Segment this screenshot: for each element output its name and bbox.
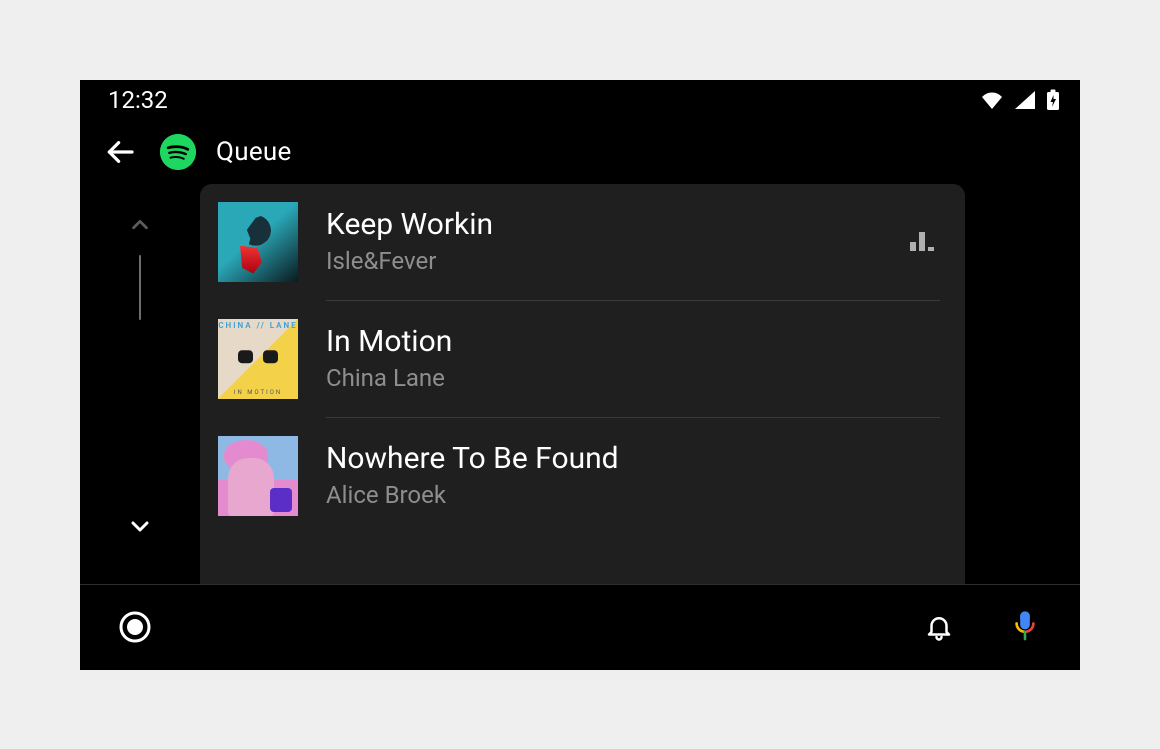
queue-card: Keep Workin Isle&Fever CHINA // LANE IN … [200, 184, 965, 584]
scroll-column [80, 184, 200, 584]
device-screen: 12:32 Queue [80, 80, 1080, 670]
nav-bar [80, 584, 1080, 670]
clock: 12:32 [108, 86, 168, 114]
spotify-icon [160, 134, 196, 170]
album-art [218, 202, 298, 282]
scroll-indicator [139, 255, 141, 320]
main-area: Keep Workin Isle&Fever CHINA // LANE IN … [80, 184, 1080, 584]
queue-row[interactable]: Keep Workin Isle&Fever [200, 184, 965, 300]
queue-row[interactable]: CHINA // LANE IN MOTION In Motion China … [200, 301, 965, 417]
status-bar: 12:32 [80, 80, 1080, 120]
track-title: In Motion [326, 325, 940, 360]
track-title: Keep Workin [326, 208, 882, 243]
voice-assistant-button[interactable] [1000, 602, 1050, 652]
track-artist: Alice Broek [326, 481, 940, 509]
now-playing-icon [910, 232, 940, 251]
wifi-icon [980, 90, 1004, 110]
track-info: Nowhere To Be Found Alice Broek [326, 442, 940, 509]
back-button[interactable] [100, 132, 140, 172]
queue-row[interactable]: Nowhere To Be Found Alice Broek [200, 418, 965, 546]
header-title: Queue [216, 137, 292, 167]
track-title: Nowhere To Be Found [326, 442, 940, 477]
home-button[interactable] [110, 602, 160, 652]
scroll-up-button[interactable] [124, 209, 156, 241]
notifications-button[interactable] [914, 602, 964, 652]
app-header: Queue [80, 120, 1080, 184]
scroll-down-button[interactable] [124, 510, 156, 542]
album-art: CHINA // LANE IN MOTION [218, 319, 298, 399]
track-artist: Isle&Fever [326, 247, 882, 275]
cellular-icon [1014, 90, 1036, 110]
track-info: In Motion China Lane [326, 325, 940, 392]
track-artist: China Lane [326, 364, 940, 392]
track-info: Keep Workin Isle&Fever [326, 208, 882, 275]
album-art [218, 436, 298, 516]
battery-icon [1046, 89, 1060, 111]
